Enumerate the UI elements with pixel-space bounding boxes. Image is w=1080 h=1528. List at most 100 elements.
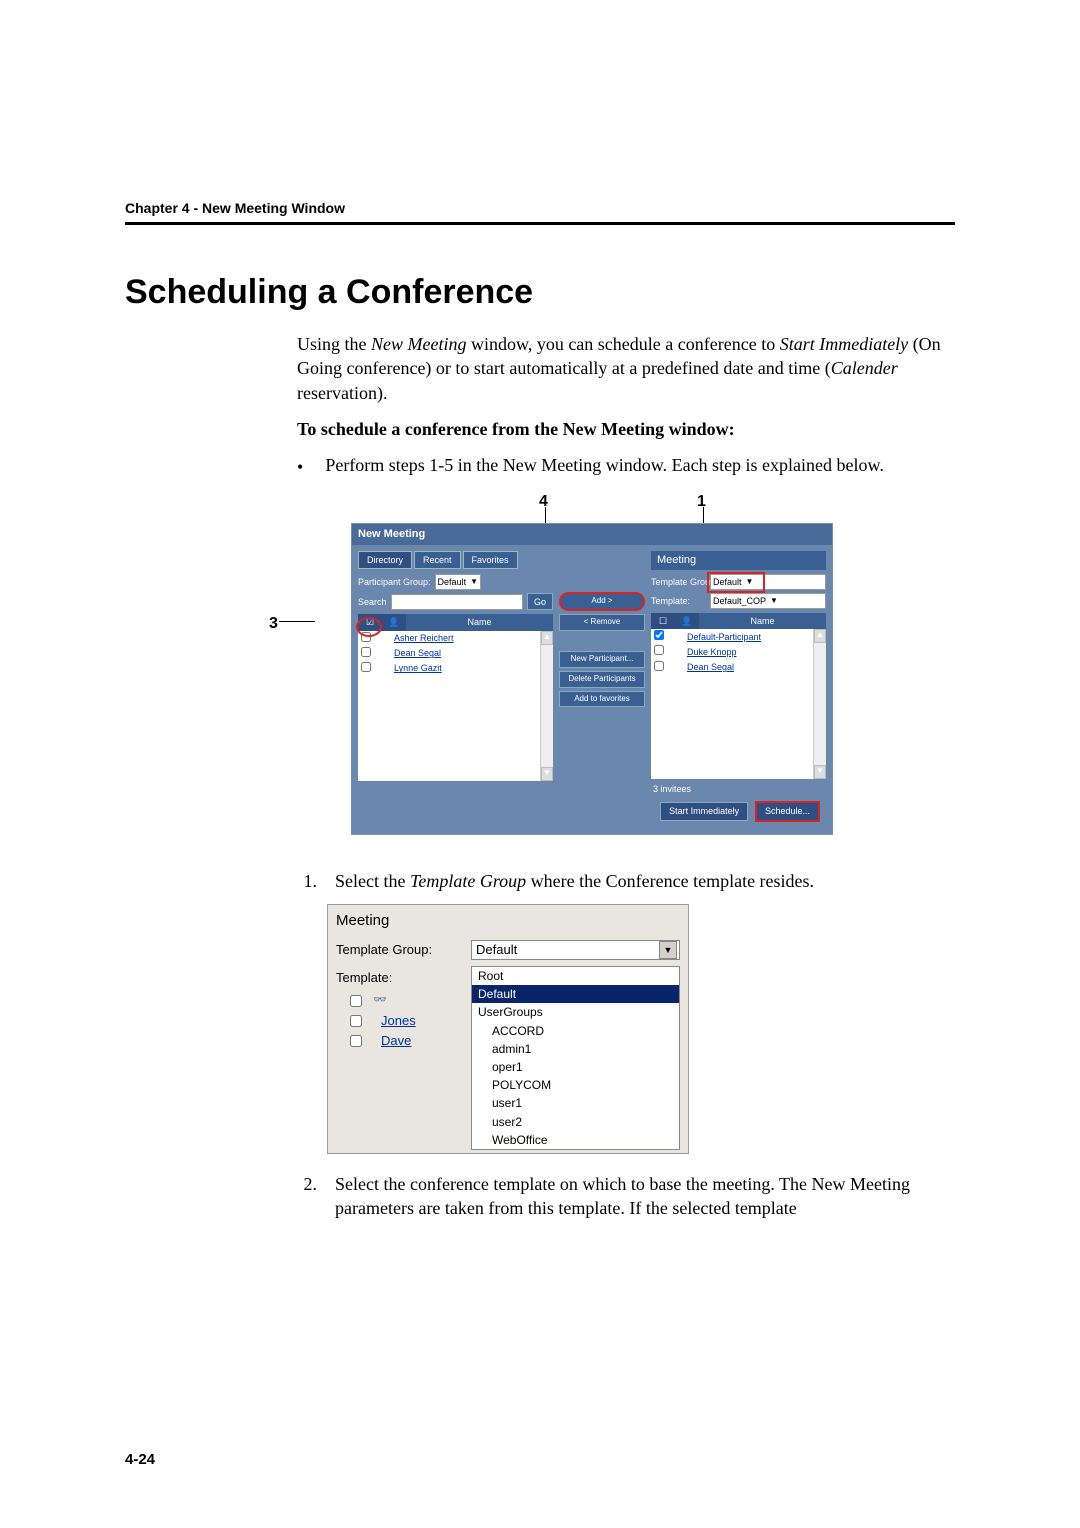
template-group-options[interactable]: Root Default UserGroups ACCORD admin1 op… xyxy=(471,966,680,1150)
list-item[interactable]: Asher Reichert xyxy=(358,631,553,646)
dropdown-option[interactable]: ACCORD xyxy=(472,1022,679,1040)
chapter-header: Chapter 4 - New Meeting Window xyxy=(125,200,955,225)
row-checkbox[interactable] xyxy=(654,630,664,640)
row-name[interactable]: Dean Segal xyxy=(390,647,441,659)
row-name[interactable]: Lynne Gazit xyxy=(390,662,442,674)
row-name[interactable]: Dave xyxy=(381,1032,411,1050)
meeting-list: Default-Participant Duke Knopp Dean Sega xyxy=(651,629,826,779)
step-number: 1. xyxy=(297,869,317,893)
dropdown-option[interactable]: user1 xyxy=(472,1094,679,1112)
step-number: 2. xyxy=(297,1172,317,1221)
template-label: Template: xyxy=(336,966,471,991)
bullet-step-intro: • Perform steps 1-5 in the New Meeting w… xyxy=(297,453,955,479)
list-item[interactable]: Jones xyxy=(336,1011,471,1031)
remove-button[interactable]: < Remove xyxy=(559,614,645,631)
scroll-down-icon[interactable]: ▼ xyxy=(814,765,826,779)
callout-3: 3 xyxy=(269,613,278,635)
row-name[interactable]: Dean Segal xyxy=(683,661,734,673)
go-button[interactable]: Go xyxy=(527,593,553,610)
figure-new-meeting: 4 1 2 3 5 New Meeting Directory Recent xyxy=(267,491,955,851)
search-input[interactable] xyxy=(391,594,523,610)
scroll-down-icon[interactable]: ▼ xyxy=(541,767,553,781)
tab-recent[interactable]: Recent xyxy=(414,551,461,569)
delete-participants-button[interactable]: Delete Participants xyxy=(559,671,645,688)
participant-group-select[interactable]: Default ▼ xyxy=(435,574,481,590)
dropdown-value: Default xyxy=(476,941,517,959)
chevron-down-icon[interactable]: ▼ xyxy=(659,941,677,959)
dropdown-option[interactable]: UserGroups xyxy=(472,1003,679,1021)
template-select[interactable]: Default_COP▼ xyxy=(710,593,826,609)
row-checkbox[interactable] xyxy=(350,1015,362,1027)
search-label: Search xyxy=(358,596,387,608)
scroll-up-icon[interactable]: ▲ xyxy=(814,629,826,643)
list-item[interactable]: Dean Segal xyxy=(651,660,826,675)
directory-list: Asher Reichert Dean Segal Lynne Gazit xyxy=(358,631,553,781)
dropdown-option-selected[interactable]: Default xyxy=(472,985,679,1003)
col-check-icon[interactable]: ☐ xyxy=(651,613,675,629)
meeting-head: Meeting xyxy=(651,551,826,570)
intro-paragraph: Using the New Meeting window, you can sc… xyxy=(297,332,955,405)
meeting-panel-title: Meeting xyxy=(328,905,688,937)
col-name-header: Name xyxy=(699,613,826,629)
row-name[interactable]: Asher Reichert xyxy=(390,632,454,644)
step-text: Select the conference template on which … xyxy=(335,1172,955,1221)
scrollbar[interactable]: ▲ ▼ xyxy=(813,629,826,779)
col-participant-icon: 👤 xyxy=(382,614,406,630)
list-item[interactable]: Dave xyxy=(336,1031,471,1051)
col-participant-icon: 👤 xyxy=(675,613,699,629)
tab-directory[interactable]: Directory xyxy=(358,551,412,569)
callout-4: 4 xyxy=(539,491,548,513)
row-name[interactable]: Jones xyxy=(381,1012,416,1030)
row-checkbox[interactable] xyxy=(361,647,371,657)
col-check-icon[interactable]: ☑ xyxy=(358,614,382,630)
template-group-label: Template Group: xyxy=(651,576,706,588)
schedule-button[interactable]: Schedule... xyxy=(755,801,820,821)
page-number: 4-24 xyxy=(125,1451,155,1468)
row-checkbox[interactable] xyxy=(361,662,371,672)
procedure-subhead: To schedule a conference from the New Me… xyxy=(297,417,955,441)
invitee-count: 3 invitees xyxy=(651,779,826,797)
row-checkbox[interactable] xyxy=(350,1035,362,1047)
list-item[interactable]: Dean Segal xyxy=(358,646,553,661)
step-2: 2. Select the conference template on whi… xyxy=(297,1172,955,1221)
col-name-header: Name xyxy=(406,614,553,630)
participant-group-label: Participant Group: xyxy=(358,576,431,588)
tab-favorites[interactable]: Favorites xyxy=(463,551,518,569)
new-participant-button[interactable]: New Participant... xyxy=(559,651,645,668)
participant-icon: 👓 xyxy=(373,993,387,1008)
page-title: Scheduling a Conference xyxy=(125,273,955,312)
chevron-down-icon: ▼ xyxy=(770,596,778,607)
figure-template-group-dropdown: Meeting Template Group: Default ▼ Templa… xyxy=(327,904,689,1154)
dropdown-option[interactable]: WebOffice xyxy=(472,1131,679,1149)
dropdown-option[interactable]: admin1 xyxy=(472,1040,679,1058)
row-checkbox[interactable] xyxy=(361,632,371,642)
row-checkbox[interactable] xyxy=(654,661,664,671)
row-checkbox[interactable] xyxy=(350,995,362,1007)
fig1-titlebar: New Meeting xyxy=(352,524,832,545)
callout-1: 1 xyxy=(697,491,706,513)
dropdown-option[interactable]: user2 xyxy=(472,1113,679,1131)
bullet-text: Perform steps 1-5 in the New Meeting win… xyxy=(325,453,884,479)
scrollbar[interactable]: ▲ ▼ xyxy=(540,631,553,781)
start-immediately-button[interactable]: Start Immediately xyxy=(660,802,748,820)
dropdown-option[interactable]: oper1 xyxy=(472,1058,679,1076)
chevron-down-icon: ▼ xyxy=(470,577,478,588)
template-group-dropdown[interactable]: Default ▼ xyxy=(471,940,680,960)
add-to-favorites-button[interactable]: Add to favorites xyxy=(559,691,645,708)
dropdown-option[interactable]: Root xyxy=(472,967,679,985)
list-item[interactable]: Duke Knopp xyxy=(651,644,826,659)
add-button[interactable]: Add > xyxy=(559,592,645,611)
bullet-icon: • xyxy=(297,453,303,479)
dropdown-option[interactable]: POLYCOM xyxy=(472,1076,679,1094)
list-item[interactable]: Default-Participant xyxy=(651,629,826,644)
list-item[interactable]: Lynne Gazit xyxy=(358,661,553,676)
scroll-up-icon[interactable]: ▲ xyxy=(541,631,553,645)
list-header-row: 👓 xyxy=(336,991,471,1011)
template-group-label: Template Group: xyxy=(336,941,471,959)
template-label: Template: xyxy=(651,595,706,607)
step-1: 1. Select the Template Group where the C… xyxy=(297,869,955,893)
row-name[interactable]: Default-Participant xyxy=(683,631,761,643)
row-checkbox[interactable] xyxy=(654,645,664,655)
row-name[interactable]: Duke Knopp xyxy=(683,646,737,658)
template-group-select[interactable]: Default▼ xyxy=(710,574,826,590)
